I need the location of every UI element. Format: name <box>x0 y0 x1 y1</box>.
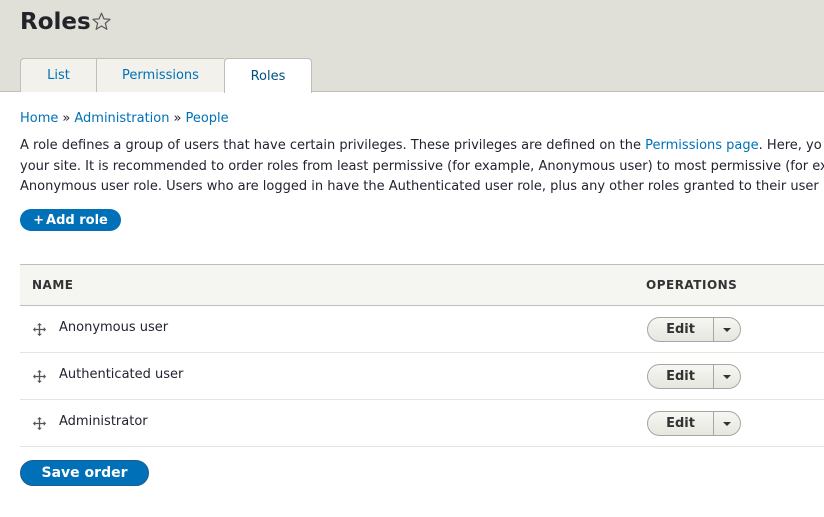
description-text: A role defines a group of users that hav… <box>20 138 646 153</box>
star-icon[interactable] <box>91 11 112 32</box>
role-name: Administrator <box>59 414 148 429</box>
column-header-name: NAME <box>32 278 74 292</box>
table-row: Authenticated user Edit <box>20 353 824 400</box>
operations-toggle-button[interactable] <box>714 318 740 341</box>
breadcrumb-separator: » <box>62 111 71 126</box>
page-header: Roles List Permissions Roles <box>0 0 824 93</box>
permissions-page-link[interactable]: Permissions page <box>645 138 759 153</box>
caret-down-icon <box>723 327 731 332</box>
drag-handle-icon[interactable] <box>32 416 47 431</box>
operations-toggle-button[interactable] <box>714 365 740 388</box>
breadcrumb-separator: » <box>173 111 182 126</box>
tab-list[interactable]: List <box>20 58 96 92</box>
drag-handle-icon[interactable] <box>32 322 47 337</box>
table-row: Anonymous user Edit <box>20 306 824 353</box>
description-line-2: your site. It is recommended to order ro… <box>20 158 824 174</box>
breadcrumb-people-link[interactable]: People <box>185 111 228 126</box>
operations-toggle-button[interactable] <box>714 412 740 435</box>
description-line-1: A role defines a group of users that hav… <box>20 136 824 157</box>
caret-down-icon <box>723 421 731 426</box>
primary-tabs: List Permissions Roles <box>20 58 312 93</box>
tab-permissions[interactable]: Permissions <box>96 58 224 92</box>
edit-button[interactable]: Edit <box>648 412 714 435</box>
operations-dropbutton: Edit <box>647 317 741 342</box>
table-header: NAME OPERATIONS <box>20 264 824 306</box>
breadcrumb-home-link[interactable]: Home <box>20 111 58 126</box>
role-name: Authenticated user <box>59 367 184 382</box>
operations-dropbutton: Edit <box>647 411 741 436</box>
description-text: . Here, yo <box>758 138 822 153</box>
edit-button[interactable]: Edit <box>648 365 714 388</box>
caret-down-icon <box>723 374 731 379</box>
roles-table: NAME OPERATIONS Anonymous user Edit Auth… <box>20 264 824 447</box>
operations-dropbutton: Edit <box>647 364 741 389</box>
breadcrumb: Home» Administration» People <box>20 111 229 127</box>
roles-description: A role defines a group of users that hav… <box>20 136 824 198</box>
table-row: Administrator Edit <box>20 400 824 447</box>
role-name: Anonymous user <box>59 320 169 335</box>
description-line-3: Anonymous user role. Users who are logge… <box>20 179 819 194</box>
edit-button[interactable]: Edit <box>648 318 714 341</box>
page-title: Roles <box>20 9 91 35</box>
breadcrumb-administration-link[interactable]: Administration <box>74 111 169 126</box>
column-header-operations: OPERATIONS <box>646 278 738 292</box>
drag-handle-icon[interactable] <box>32 369 47 384</box>
plus-icon: + <box>33 212 45 228</box>
save-order-button[interactable]: Save order <box>20 460 149 486</box>
tab-roles[interactable]: Roles <box>224 58 312 93</box>
add-role-button[interactable]: + Add role <box>20 209 121 231</box>
add-role-label: Add role <box>46 212 108 228</box>
